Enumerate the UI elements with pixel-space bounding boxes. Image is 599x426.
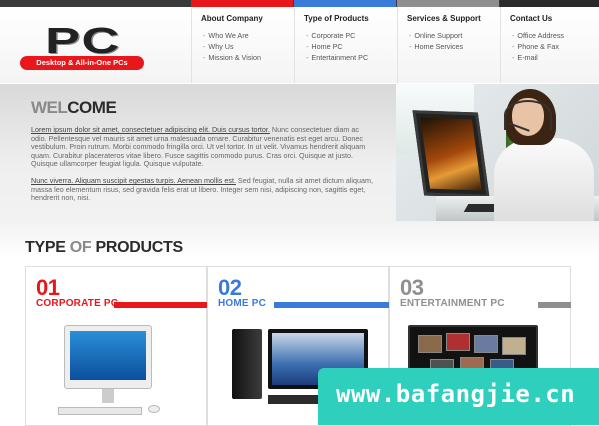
strip-dark: [500, 0, 599, 7]
nav-services-title[interactable]: Services & Support: [407, 14, 500, 25]
nav-about: About Company - Who We Are - Why Us - Missi…: [191, 7, 294, 83]
nav-link[interactable]: - Why Us: [203, 41, 294, 52]
support-agent-image: [494, 138, 594, 221]
nav-link[interactable]: - Mission & Vision: [203, 52, 294, 63]
welcome-heading: WELCOME: [31, 98, 117, 117]
welcome-paragraph-2: Nunc viverra. Aliquam suscipit egestas t…: [31, 176, 373, 203]
nav-about-title[interactable]: About Company: [201, 14, 294, 25]
nav-link[interactable]: - Entertainment PC: [306, 52, 397, 63]
nav-products-title[interactable]: Type of Products: [304, 14, 397, 25]
logo[interactable]: PC Desktop & All-in-One PCs: [20, 20, 144, 77]
card-title[interactable]: CORPORATE PC: [36, 298, 118, 309]
strip-gray: [397, 0, 499, 7]
strip-blue: [294, 0, 396, 7]
card-title[interactable]: HOME PC: [218, 298, 266, 309]
product-card-corporate[interactable]: 01 CORPORATE PC: [25, 266, 207, 426]
card-accent-bar: [538, 302, 571, 308]
nav-link[interactable]: - Corporate PC: [306, 30, 397, 41]
logo-tagline: Desktop & All-in-One PCs: [20, 56, 144, 70]
nav-products: Type of Products - Corporate PC - Home PC …: [294, 7, 397, 83]
logo-text: PC: [45, 20, 121, 61]
nav-link[interactable]: - Who We Are: [203, 30, 294, 41]
card-title[interactable]: ENTERTAINMENT PC: [400, 298, 505, 309]
imac-image: [58, 325, 160, 415]
nav-link[interactable]: - E-mail: [512, 52, 599, 63]
nav-contact: Contact Us - Office Address - Phone & Fax …: [500, 7, 599, 83]
products-heading: TYPE OF PRODUCTS: [25, 239, 183, 256]
nav-link[interactable]: - Phone & Fax: [512, 41, 599, 52]
welcome-section: WELCOME Lorem ipsum dolor sit amet, cons…: [0, 84, 396, 221]
nav-link[interactable]: - Online Support: [409, 30, 500, 41]
nav-services: Services & Support - Online Support - Home…: [397, 7, 500, 83]
card-accent-bar: [274, 302, 389, 308]
top-color-strip: [0, 0, 599, 7]
welcome-paragraph-1: Lorem ipsum dolor sit amet, consectetuer…: [31, 125, 366, 169]
nav-link[interactable]: - Home PC: [306, 41, 397, 52]
watermark: www.bafangjie.cn: [318, 368, 599, 425]
nav-contact-title[interactable]: Contact Us: [510, 14, 599, 25]
hero-photo: [396, 84, 599, 221]
nav-link[interactable]: - Office Address: [512, 30, 599, 41]
nav-link[interactable]: - Home Services: [409, 41, 500, 52]
strip-red: [191, 0, 293, 7]
card-accent-bar: [114, 302, 207, 308]
monitor-illustration: [412, 110, 490, 198]
